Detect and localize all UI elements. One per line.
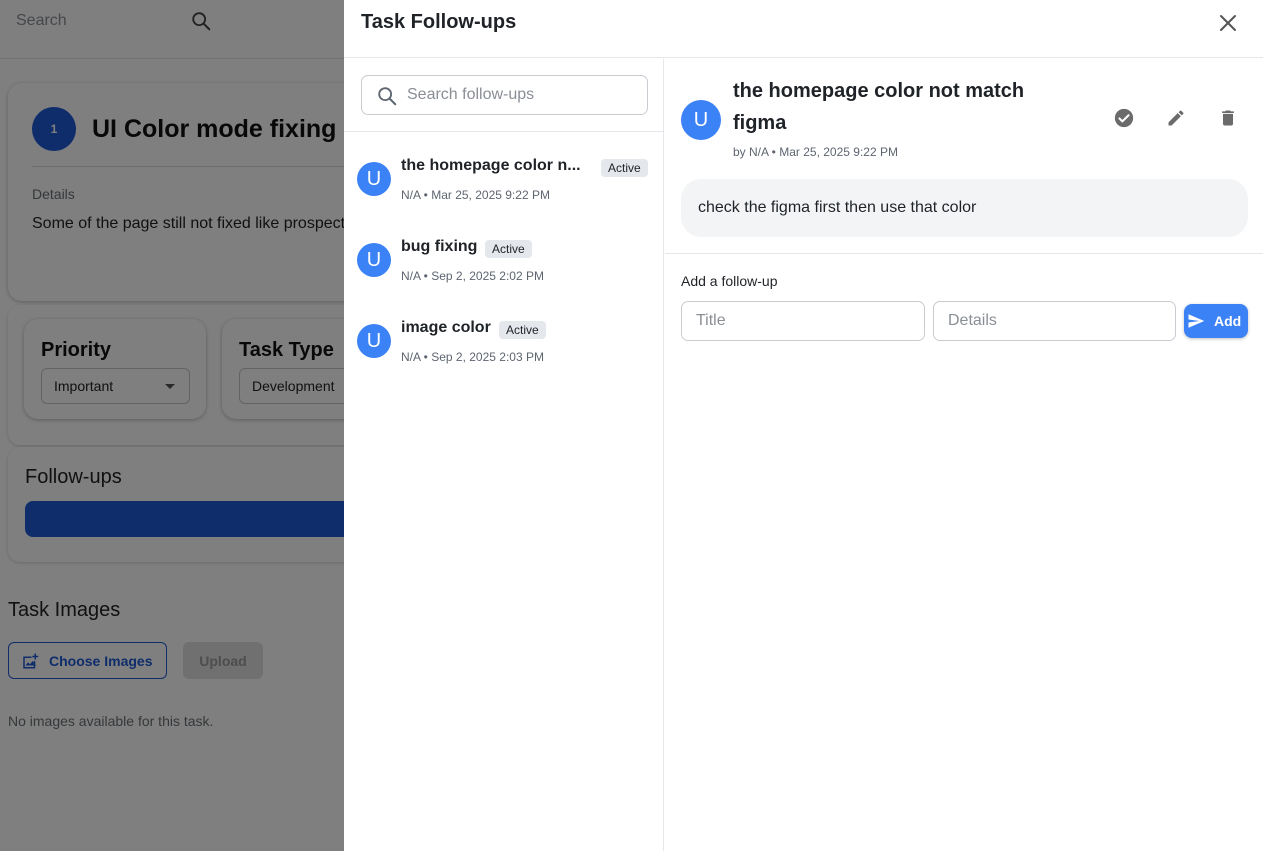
avatar: U (357, 243, 391, 277)
close-button[interactable] (1216, 11, 1240, 35)
followups-drawer: Task Follow-ups U the homepage color n..… (344, 0, 1263, 851)
list-divider (344, 131, 664, 132)
close-icon (1220, 15, 1236, 31)
status-badge: Active (485, 240, 532, 258)
search-icon (378, 87, 397, 106)
followup-detail-title: the homepage color not match figma (733, 80, 1025, 134)
followup-detail-meta: by N/A • Mar 25, 2025 9:22 PM (733, 145, 898, 159)
trash-icon (1222, 110, 1234, 126)
status-badge: Active (499, 321, 546, 339)
followup-list-item[interactable]: U the homepage color n... Active N/A • M… (344, 141, 664, 213)
followup-meta: N/A • Sep 2, 2025 2:02 PM (401, 269, 544, 283)
followups-search-box (361, 75, 648, 115)
send-icon (1188, 314, 1205, 328)
edit-button[interactable] (1164, 106, 1188, 130)
followups-list-pane: U the homepage color n... Active N/A • M… (344, 59, 664, 851)
followup-message-bubble: check the figma first then use that colo… (681, 179, 1248, 237)
drawer-title: Task Follow-ups (361, 11, 517, 33)
followup-list-item[interactable]: U bug fixing Active N/A • Sep 2, 2025 2:… (344, 222, 664, 294)
followup-title: the homepage color n... (401, 157, 581, 174)
add-button-label: Add (1214, 313, 1242, 329)
edit-icon (1168, 110, 1184, 126)
followup-meta: N/A • Sep 2, 2025 2:03 PM (401, 350, 544, 364)
avatar: U (357, 162, 391, 196)
avatar: U (357, 324, 391, 358)
followup-detail-pane: U the homepage color not match figma by … (665, 59, 1263, 851)
status-badge: Active (601, 159, 648, 177)
add-followup-button[interactable]: Add (1184, 304, 1248, 338)
followup-meta: N/A • Mar 25, 2025 9:22 PM (401, 188, 550, 202)
followup-title: image color (401, 319, 491, 336)
detail-divider (665, 253, 1263, 254)
drawer-header: Task Follow-ups (344, 0, 1263, 58)
check-circle-icon (1114, 108, 1134, 128)
avatar: U (681, 100, 721, 140)
followup-title: bug fixing (401, 238, 478, 255)
followup-title-input[interactable] (681, 301, 925, 341)
delete-button[interactable] (1216, 106, 1240, 130)
followup-details-input[interactable] (933, 301, 1176, 341)
followup-list-item[interactable]: U image color Active N/A • Sep 2, 2025 2… (344, 303, 664, 375)
followups-search-input[interactable] (407, 82, 637, 108)
mark-complete-button[interactable] (1112, 106, 1136, 130)
add-followup-label: Add a follow-up (681, 273, 778, 289)
